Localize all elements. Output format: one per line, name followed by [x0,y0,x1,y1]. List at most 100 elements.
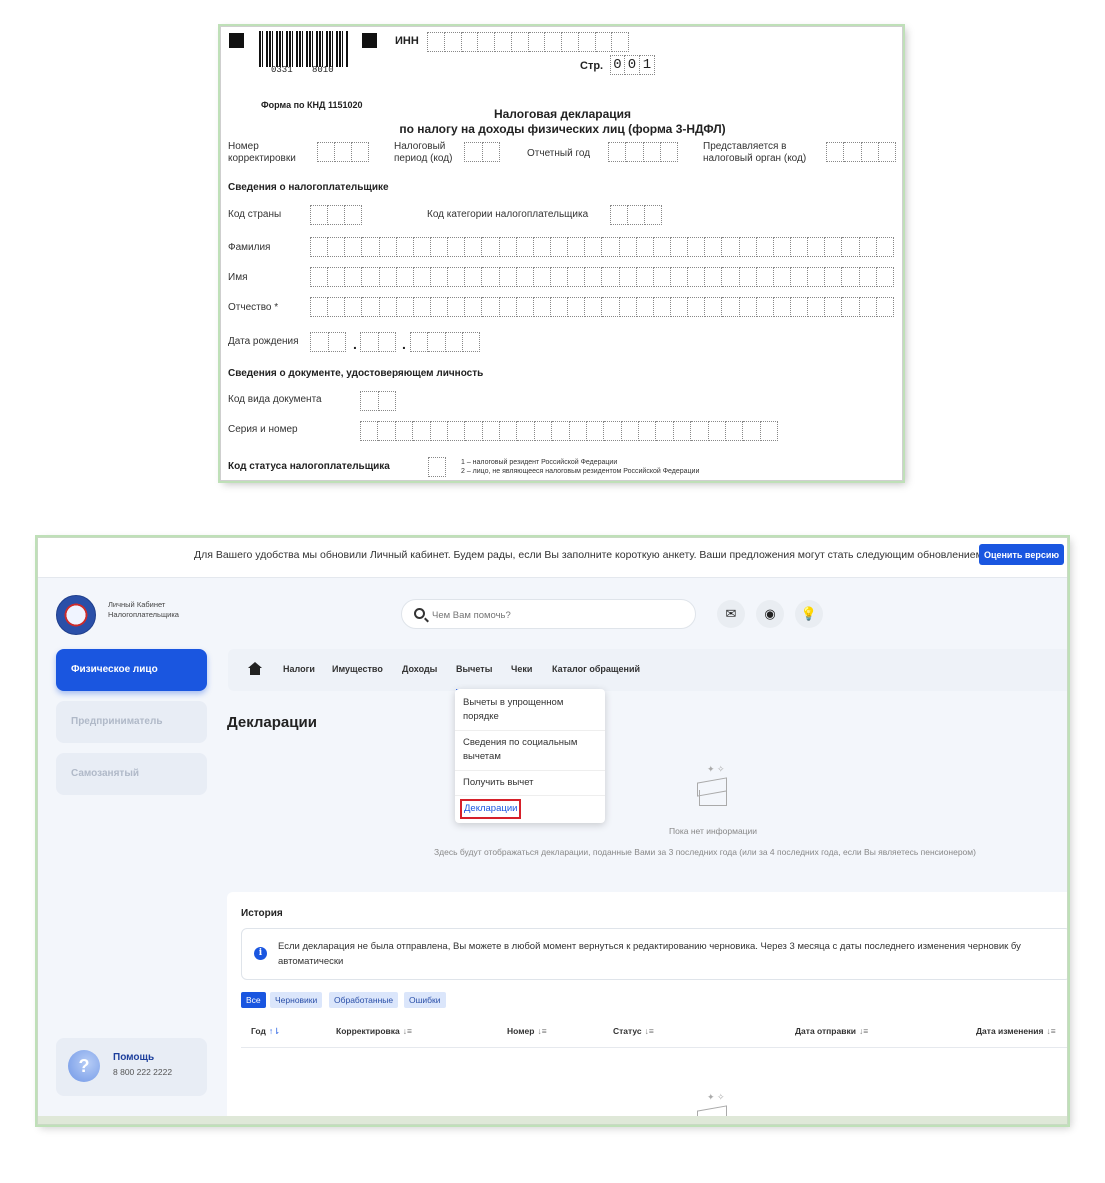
nav-receipts[interactable]: Чеки [511,664,532,674]
dropdown-item-get-deduction[interactable]: Получить вычет [463,776,598,790]
help-title: Помощь [113,1052,155,1063]
year-cells [608,142,678,162]
form-title-line2: по налогу на доходы физических лиц (форм… [399,122,726,136]
logo-text: Личный Кабинет Налогоплательщика [108,600,179,619]
tax-cabinet-app: Для Вашего удобства мы обновили Личный к… [37,537,1068,1125]
info-icon: i [254,947,267,960]
column-status[interactable]: Статус ↓≡ [613,1026,654,1036]
info-notice: i Если декларация не была отправлена, Вы… [241,928,1067,980]
help-card[interactable]: ? Помощь 8 800 222 2222 [56,1038,207,1096]
patronymic-label: Отчество * [228,302,279,313]
empty-box-icon: ✦ ✧ [691,764,737,810]
page-cells: 0 0 1 [610,55,655,75]
form-title-line1: Налоговая декларация [493,107,632,121]
dropdown-item-declarations[interactable]: Декларации [460,799,522,819]
history-title: История [241,908,283,919]
status-note-1: 1 – налоговый резидент Российской Федера… [461,459,618,466]
filter-errors[interactable]: Ошибки [404,992,446,1008]
corner-marker [362,33,377,48]
home-icon[interactable] [248,662,262,676]
page-title: Декларации [227,714,317,731]
sort-icon: ↓≡ [402,1026,412,1036]
authority-cells [826,142,896,162]
empty-title: Пока нет информации [669,826,758,836]
sort-icon: ↑⇂ [268,1026,281,1036]
barcode [259,31,349,67]
nav-requests-catalog[interactable]: Каталог обращений [552,664,640,674]
doc-number-label: Серия и номер [228,424,298,435]
history-panel: История i Если декларация не была отправ… [227,892,1067,1124]
name-label: Имя [228,272,248,283]
birth-year-cells [410,332,480,352]
year-label: Отчетный год [527,148,591,159]
filter-drafts[interactable]: Черновики [270,992,323,1008]
nav-property[interactable]: Имущество [332,664,383,674]
lightbulb-icon[interactable]: 💡 [795,600,823,628]
help-question-icon: ? [68,1050,100,1082]
sparkle-icon: ✦ ✧ [707,764,725,774]
dropdown-item-simplified[interactable]: Вычеты в упрощенном порядке [463,696,598,724]
status-label: Код статуса налогоплательщика [228,461,390,472]
column-label: Дата изменения [976,1026,1044,1036]
dropdown-divider [455,770,605,771]
country-label: Код страны [228,209,282,220]
page-digit: 0 [625,55,640,75]
column-label: Корректировка [336,1026,400,1036]
nav-deductions[interactable]: Вычеты [456,664,492,674]
column-label: Статус [613,1026,642,1036]
corner-marker [229,33,244,48]
nav-income[interactable]: Доходы [402,664,437,674]
dropdown-item-social[interactable]: Сведения по социальным вычетам [463,736,598,764]
category-cells [610,205,662,225]
name-cells [310,267,894,287]
page-label: Стр. [580,60,604,72]
nav-taxes[interactable]: Налоги [283,664,315,674]
fns-logo-icon[interactable] [56,595,96,635]
birth-month-cells [360,332,396,352]
date-separator: . [402,336,406,352]
sort-icon: ↓≡ [644,1026,654,1036]
barcode-number-left: 0331 [271,65,293,75]
birth-label: Дата рождения [228,336,299,347]
mail-icon[interactable]: ✉ [717,600,745,628]
column-correction[interactable]: Корректировка ↓≡ [336,1026,412,1036]
tax-form-image: 0331 8010 ИНН Стр. 0 0 1 Форма по КНД 11… [220,26,903,481]
filter-all[interactable]: Все [241,992,266,1008]
filter-processed[interactable]: Обработанные [329,992,399,1008]
sidebar-item-entrepreneur[interactable]: Предприниматель [56,701,207,743]
doc-number-cells [360,421,778,441]
doc-type-label: Код вида документа [228,394,322,405]
empty-subtitle: Здесь будут отображаться декларации, под… [434,847,976,857]
column-label: Номер [507,1026,535,1036]
column-number[interactable]: Номер ↓≡ [507,1026,547,1036]
sidebar-item-individual[interactable]: Физическое лицо [56,649,207,691]
info-text: Если декларация не была отправлена, Вы м… [278,941,1021,967]
deductions-dropdown: Вычеты в упрощенном порядке Сведения по … [455,689,605,823]
column-label: Год [251,1026,266,1036]
sparkle-icon: ✦ ✧ [707,1092,725,1102]
document-section: Сведения о документе, удостоверяющем лич… [228,368,484,379]
search-bar[interactable] [401,599,696,629]
search-input[interactable] [432,606,682,624]
column-modified-date[interactable]: Дата изменения ↓≡ [976,1026,1056,1036]
sidebar-item-self-employed[interactable]: Самозанятый [56,753,207,795]
dropdown-divider [455,795,605,796]
update-banner: Для Вашего удобства мы обновили Личный к… [38,538,1067,578]
column-year[interactable]: Год ↑⇂ [251,1026,280,1037]
sort-icon: ↓≡ [858,1026,869,1036]
barcode-number-right: 8010 [312,65,334,75]
inn-label: ИНН [395,35,419,47]
help-phone: 8 800 222 2222 [113,1067,173,1077]
sort-icon: ↓≡ [537,1026,547,1036]
status-note-2: 2 – лицо, не являющееся налоговым резиде… [461,468,700,475]
surname-label: Фамилия [228,242,271,253]
page-digit: 1 [640,55,655,75]
os-taskbar [38,1116,1067,1124]
correction-cells [317,142,369,162]
visibility-off-icon[interactable]: ◉ [756,600,784,628]
surname-cells [310,237,894,257]
column-sent-date[interactable]: Дата отправки ↓≡ [795,1026,868,1036]
main-nav: Налоги Имущество Доходы Вычеты Чеки Ката… [228,649,1067,691]
rate-version-button[interactable]: Оценить версию [979,544,1064,565]
taxpayer-section: Сведения о налогоплательщике [228,182,389,193]
